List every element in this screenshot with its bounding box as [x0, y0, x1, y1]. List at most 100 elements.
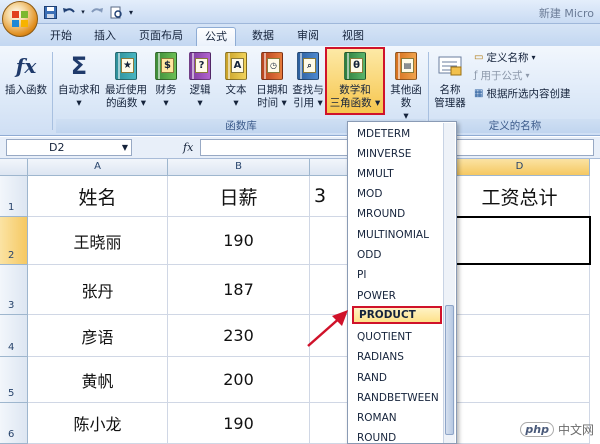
cell-d2-selected[interactable] — [450, 216, 591, 265]
cell-d4[interactable] — [450, 315, 590, 357]
menu-item-quotient[interactable]: QUOTIENT — [352, 328, 442, 346]
customize-qat-icon[interactable]: ▾ — [127, 4, 135, 20]
column-header-d[interactable]: D — [450, 159, 590, 176]
sigma-icon: Σ — [70, 51, 88, 80]
row-header-6[interactable]: 6 — [0, 403, 28, 444]
cell-d5[interactable] — [450, 357, 590, 403]
undo-icon[interactable] — [61, 4, 77, 20]
name-manager-button[interactable]: 名称 管理器 — [430, 50, 470, 110]
menu-item-radians[interactable]: RADIANS — [352, 348, 442, 366]
datetime-book-icon: ◷ — [258, 50, 286, 82]
row-header-4[interactable]: 4 — [0, 315, 28, 357]
cell-b6[interactable]: 190 — [168, 403, 310, 444]
menu-item-multinomial[interactable]: MULTINOMIAL — [352, 226, 442, 244]
row-header-5[interactable]: 5 — [0, 357, 28, 403]
cell-a6[interactable]: 陈小龙 — [28, 403, 168, 444]
create-from-selection-button[interactable]: ▦ 根据所选内容创建 — [474, 86, 570, 102]
fx-button[interactable]: fx — [183, 141, 193, 154]
cell-b5[interactable]: 200 — [168, 357, 310, 403]
menu-item-power[interactable]: POWER — [352, 287, 442, 305]
menu-item-roman[interactable]: ROMAN — [352, 409, 442, 427]
name-box-value: D2 — [49, 141, 65, 154]
name-manager-label-2: 管理器 — [434, 97, 466, 109]
dropdown-scroll-thumb[interactable] — [445, 305, 454, 435]
cell-b3[interactable]: 187 — [168, 265, 310, 315]
menu-item-mdeterm[interactable]: MDETERM — [352, 125, 442, 143]
watermark-site: 中文网 — [557, 423, 594, 437]
cell-a4[interactable]: 彦语 — [28, 315, 168, 357]
define-name-button[interactable]: ▭ 定义名称 ▾ — [474, 50, 535, 66]
name-box-dropdown-icon[interactable]: ▼ — [122, 140, 128, 155]
cell-a1[interactable]: 姓名 — [28, 176, 168, 217]
tab-page-layout[interactable]: 页面布局 — [132, 27, 190, 46]
recent-functions-button[interactable]: ★ 最近使用 的函数 ▾ — [102, 50, 150, 110]
ribbon-separator — [52, 52, 53, 130]
ribbon-tab-row: 开始 插入 页面布局 公式 数据 审阅 视图 — [0, 24, 600, 46]
name-box[interactable]: D2 ▼ — [6, 139, 132, 156]
insert-function-button[interactable]: fx 插入函数 — [4, 50, 48, 97]
define-name-label: 定义名称 — [486, 52, 529, 64]
office-button[interactable] — [2, 1, 38, 37]
watermark-badge: php — [520, 422, 554, 437]
menu-item-product[interactable]: PRODUCT — [352, 306, 442, 324]
lookup-label-1: 查找与 — [292, 84, 324, 96]
tab-insert[interactable]: 插入 — [88, 27, 122, 46]
tab-home[interactable]: 开始 — [44, 27, 78, 46]
undo-dropdown-icon[interactable]: ▾ — [80, 4, 86, 20]
financial-button[interactable]: $ 财务 ▾ — [150, 50, 182, 110]
cell-d1[interactable]: 工资总计 — [450, 176, 590, 217]
tab-data[interactable]: 数据 — [246, 27, 280, 46]
autosum-button[interactable]: Σ 自动求和 ▾ — [56, 50, 102, 110]
cell-b1[interactable]: 日薪 — [168, 176, 310, 217]
other-label: 其他函数 — [390, 84, 422, 109]
print-preview-icon[interactable] — [108, 4, 124, 20]
tab-review[interactable]: 审阅 — [291, 27, 325, 46]
datetime-label-2: 时间 — [257, 97, 279, 109]
cell-a5[interactable]: 黄帆 — [28, 357, 168, 403]
menu-item-randbetween[interactable]: RANDBETWEEN — [352, 389, 442, 407]
cell-d3[interactable] — [450, 265, 590, 315]
cell-a3[interactable]: 张丹 — [28, 265, 168, 315]
datetime-button[interactable]: ◷ 日期和 时间 ▾ — [254, 50, 290, 110]
menu-item-mmult[interactable]: MMULT — [352, 165, 442, 183]
quick-access-toolbar: ▾ ▾ — [42, 4, 135, 20]
use-in-formula-button[interactable]: ƒ 用于公式 ▾ — [474, 68, 530, 84]
row-header-1[interactable]: 1 — [0, 176, 28, 217]
window-title: 新建 Micro — [538, 7, 594, 20]
menu-item-mod[interactable]: MOD — [352, 185, 442, 203]
menu-item-round[interactable]: ROUND — [352, 429, 442, 444]
cell-b4[interactable]: 230 — [168, 315, 310, 357]
other-functions-button[interactable]: ▤ 其他函数 ▾ — [386, 50, 426, 123]
menu-item-rand[interactable]: RAND — [352, 369, 442, 387]
menu-item-pi[interactable]: PI — [352, 266, 442, 284]
row-header-2[interactable]: 2 — [0, 217, 28, 265]
column-header-b[interactable]: B — [168, 159, 310, 176]
insert-function-label: 插入函数 — [5, 84, 47, 96]
column-header-a[interactable]: A — [28, 159, 168, 176]
dropdown-scrollbar[interactable] — [443, 123, 455, 443]
use-in-formula-icon: ƒ — [474, 70, 478, 81]
tab-formulas[interactable]: 公式 — [196, 27, 236, 46]
menu-item-mround[interactable]: MROUND — [352, 205, 442, 223]
text-button[interactable]: A 文本 ▾ — [220, 50, 252, 110]
formula-bar: D2 ▼ fx — [0, 137, 600, 159]
ribbon-separator — [428, 52, 429, 130]
lookup-button[interactable]: ⌕ 查找与 引用 ▾ — [290, 50, 326, 110]
ribbon: fx 插入函数 Σ 自动求和 ▾ ★ 最近使用 的函数 ▾ $ 财务 ▾ ? 逻… — [0, 46, 600, 136]
autosum-label: 自动求和 — [58, 84, 100, 96]
math-functions-dropdown: MDETERM MINVERSE MMULT MOD MROUND MULTIN… — [347, 121, 457, 444]
save-icon[interactable] — [42, 4, 58, 20]
math-trig-button[interactable]: θ 数学和 三角函数 ▾ — [326, 50, 384, 110]
tab-view[interactable]: 视图 — [336, 27, 370, 46]
menu-item-minverse[interactable]: MINVERSE — [352, 145, 442, 163]
redo-icon[interactable] — [89, 4, 105, 20]
use-in-formula-label: 用于公式 — [480, 70, 523, 82]
cell-b2[interactable]: 190 — [168, 217, 310, 265]
math-label-1: 数学和 — [339, 84, 371, 96]
logical-button[interactable]: ? 逻辑 ▾ — [184, 50, 216, 110]
cell-a2[interactable]: 王晓丽 — [28, 217, 168, 265]
row-header-3[interactable]: 3 — [0, 265, 28, 315]
menu-item-odd[interactable]: ODD — [352, 246, 442, 264]
select-all-corner[interactable] — [0, 159, 28, 176]
fx-icon: fx — [15, 53, 37, 78]
